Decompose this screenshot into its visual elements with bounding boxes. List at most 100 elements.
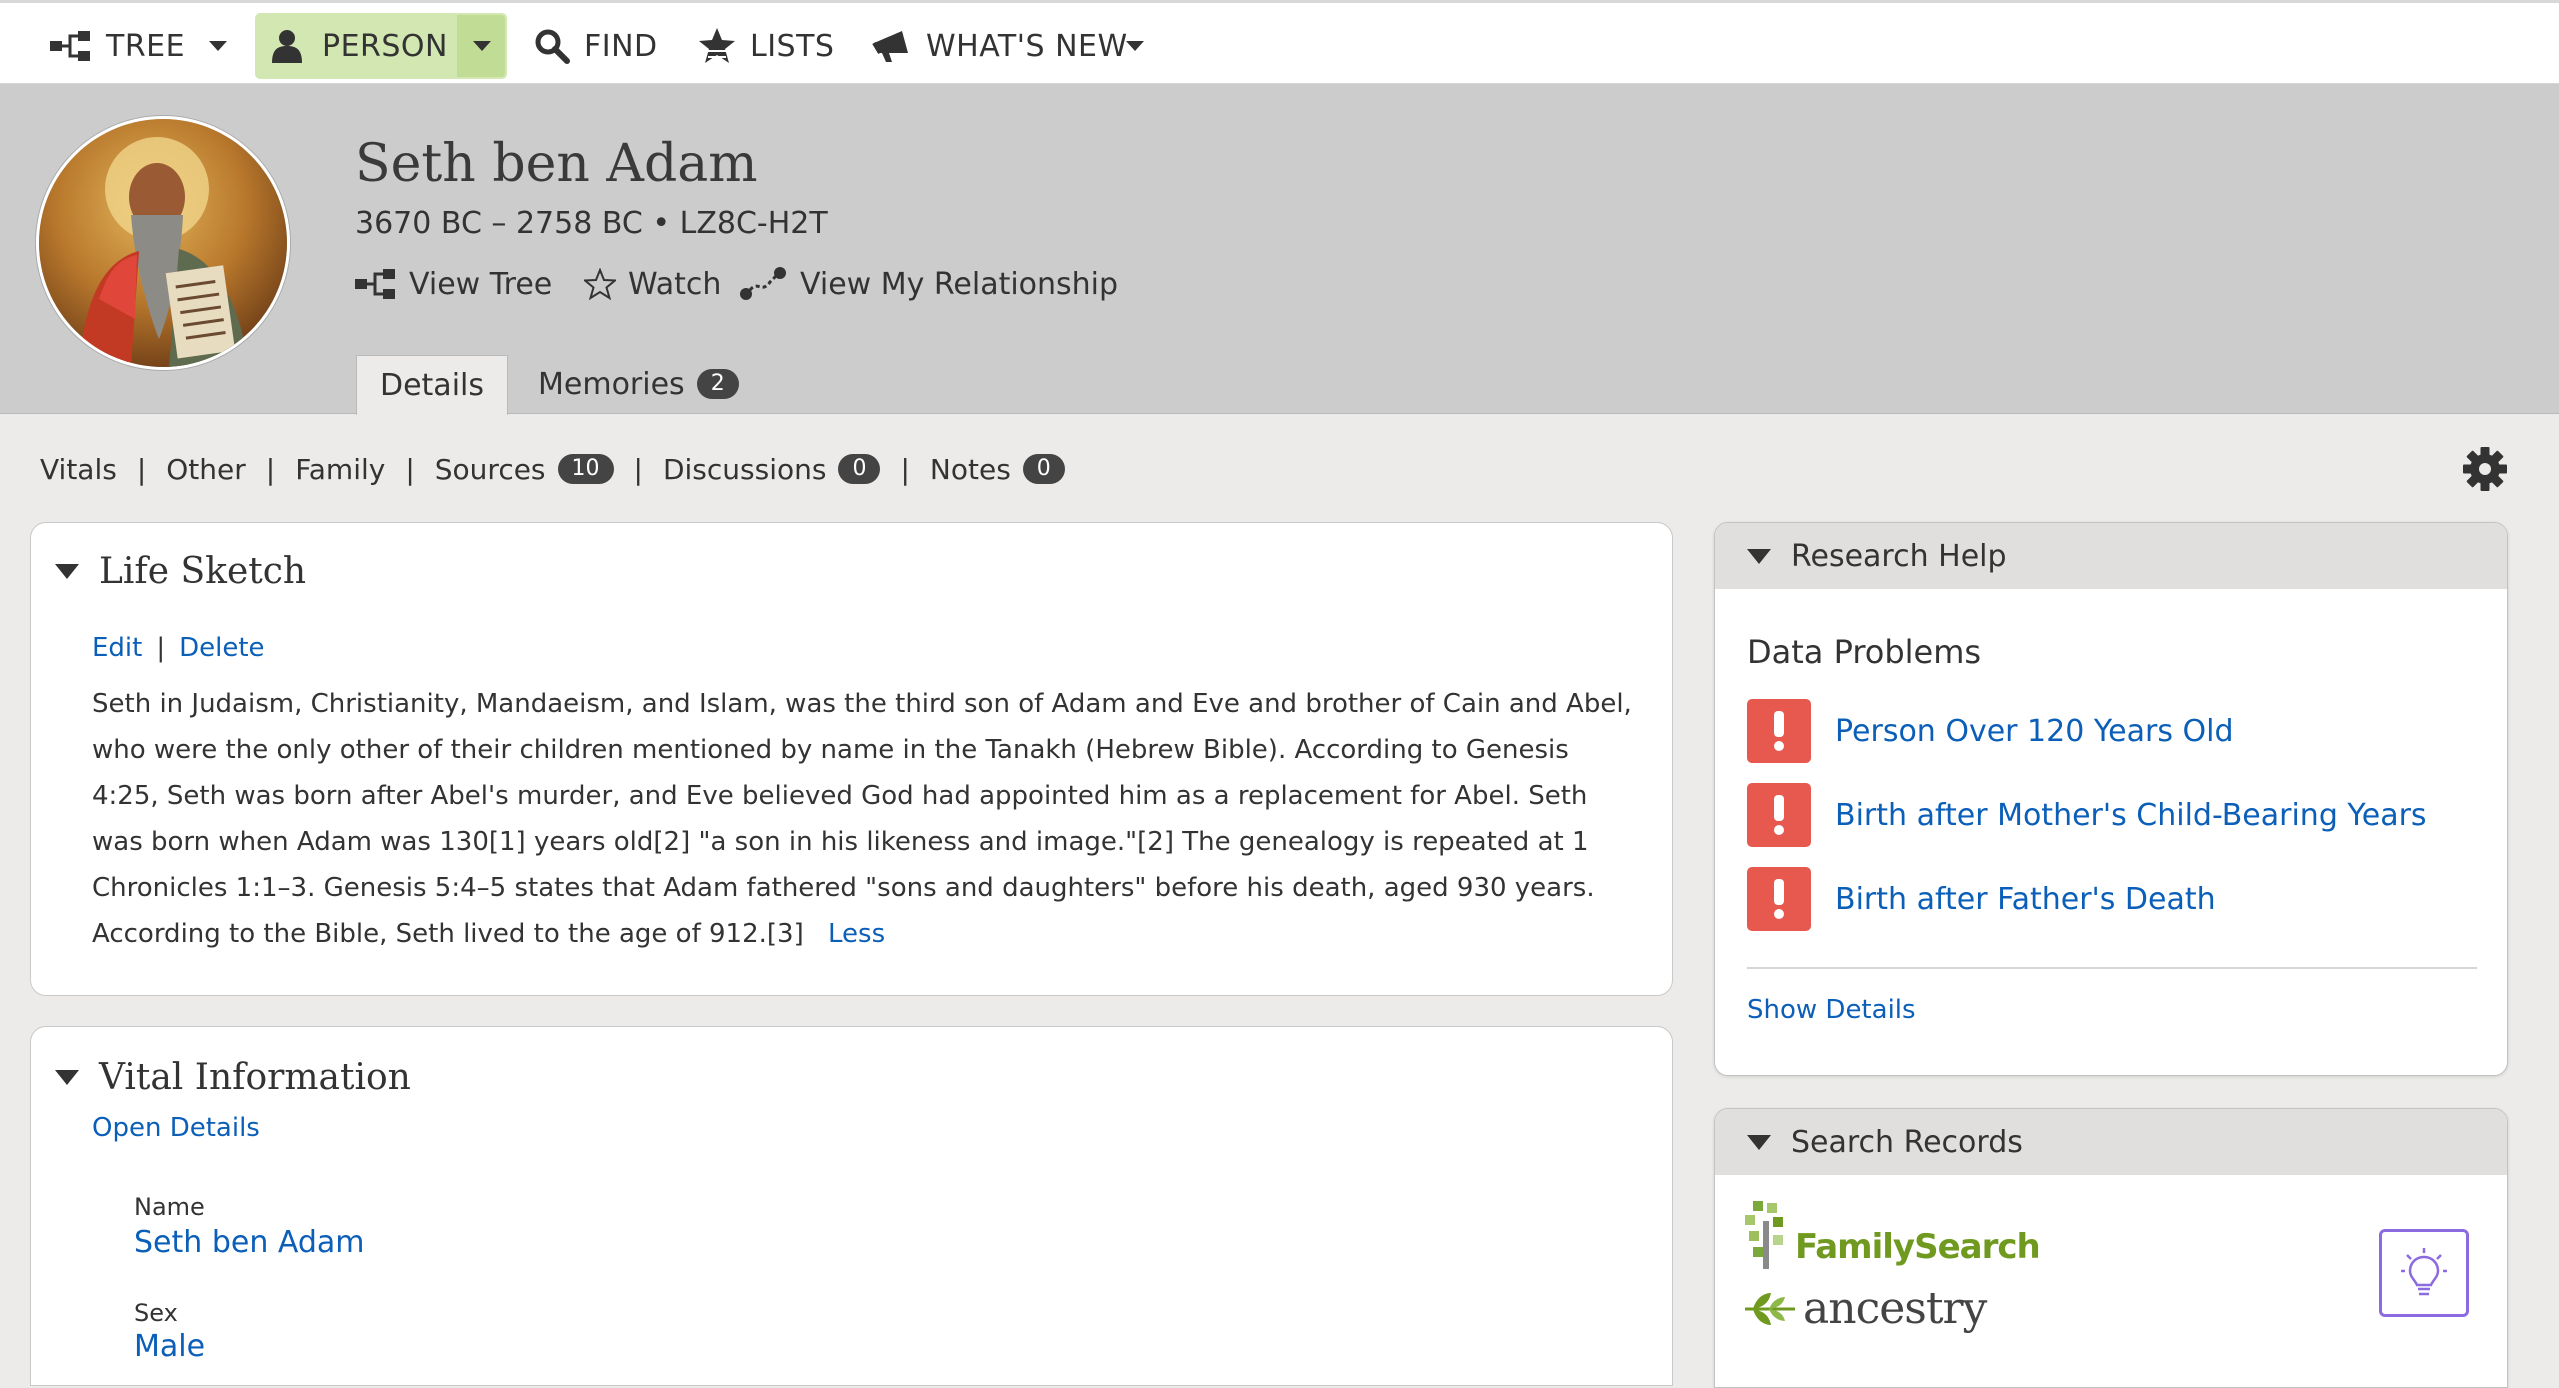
- notes-count-badge: 0: [1022, 454, 1065, 484]
- data-problem-link[interactable]: Birth after Mother's Child-Bearing Years: [1835, 798, 2427, 833]
- star-outline-icon: [584, 268, 616, 300]
- alert-icon: [1747, 867, 1811, 931]
- ancestry-logo[interactable]: ancestry: [1743, 1283, 1987, 1334]
- subnav-vitals[interactable]: Vitals: [40, 453, 117, 486]
- tab-memories[interactable]: Memories 2: [538, 355, 739, 413]
- delete-life-sketch-link[interactable]: Delete: [179, 633, 264, 663]
- subnav-separator: |: [633, 452, 643, 486]
- discussions-count-badge: 0: [838, 454, 881, 484]
- view-tree-button[interactable]: View Tree: [355, 262, 552, 306]
- nav-find[interactable]: FIND: [534, 13, 658, 79]
- tips-button[interactable]: [2379, 1229, 2469, 1317]
- name-label: Name: [134, 1193, 205, 1221]
- relationship-icon: [740, 267, 786, 300]
- gear-icon: [2463, 447, 2507, 491]
- life-sketch-actions: Edit | Delete: [92, 633, 265, 663]
- person-header: Seth ben Adam 3670 BC – 2758 BC • LZ8C-H…: [0, 84, 2559, 415]
- less-link[interactable]: Less: [828, 919, 885, 949]
- subnav-separator: |: [265, 452, 276, 486]
- alert-icon: [1747, 699, 1811, 763]
- name-value-link[interactable]: Seth ben Adam: [134, 1225, 365, 1260]
- caret-down-icon: [1126, 41, 1144, 51]
- collapse-triangle-icon: [55, 564, 79, 579]
- familysearch-wordmark: FamilySearch: [1795, 1227, 2041, 1267]
- subnav-notes[interactable]: Notes 0: [930, 453, 1065, 486]
- caret-down-icon: [209, 41, 227, 51]
- caret-down-icon: [473, 41, 491, 51]
- show-details-link[interactable]: Show Details: [1747, 995, 1916, 1025]
- subnav-other[interactable]: Other: [166, 453, 246, 486]
- vital-information-card: Vital Information Open Details Name Seth…: [30, 1026, 1673, 1386]
- actions-separator: |: [156, 633, 166, 663]
- data-problem-link[interactable]: Person Over 120 Years Old: [1835, 714, 2234, 749]
- familysearch-logo[interactable]: FamilySearch: [1743, 1201, 2041, 1271]
- subnav-family[interactable]: Family: [295, 453, 385, 486]
- tree-icon: [50, 31, 90, 61]
- collapse-triangle-icon: [1747, 1134, 1771, 1150]
- subnav-sources-label: Sources: [434, 452, 546, 486]
- settings-button[interactable]: [2462, 446, 2508, 492]
- section-subnav: Vitals | Other | Family | Sources 10 | D…: [40, 448, 1065, 490]
- tab-details-label: Details: [379, 368, 484, 403]
- data-problem-item[interactable]: Birth after Father's Death: [1747, 867, 2216, 931]
- subnav-sources[interactable]: Sources 10: [435, 453, 614, 486]
- research-help-title: Research Help: [1791, 538, 2007, 574]
- tab-details[interactable]: Details: [356, 355, 508, 415]
- tab-memories-label: Memories: [538, 366, 685, 402]
- tree-icon: [355, 269, 395, 299]
- data-problem-item[interactable]: Birth after Mother's Child-Bearing Years: [1747, 783, 2427, 847]
- nav-person[interactable]: PERSON: [272, 13, 448, 79]
- data-problems-heading: Data Problems: [1747, 633, 1982, 671]
- nav-tree-label: TREE: [106, 28, 186, 64]
- data-problem-link[interactable]: Birth after Father's Death: [1835, 882, 2216, 917]
- collapse-triangle-icon: [1747, 548, 1771, 564]
- star-list-icon: [699, 28, 735, 63]
- nav-whats-new-dropdown[interactable]: [1120, 13, 1150, 79]
- life-sketch-body: Seth in Judaism, Christianity, Mandaeism…: [92, 689, 1632, 949]
- vital-information-title: Vital Information: [99, 1057, 411, 1098]
- life-sketch-text: Seth in Judaism, Christianity, Mandaeism…: [92, 681, 1632, 957]
- subnav-discussions-label: Discussions: [662, 452, 827, 486]
- view-relationship-label: View My Relationship: [800, 266, 1119, 302]
- subnav-separator: |: [136, 452, 147, 486]
- life-sketch-card: Life Sketch Edit | Delete Seth in Judaism,…: [30, 522, 1673, 996]
- megaphone-icon: [872, 31, 908, 62]
- subnav-notes-label: Notes: [929, 452, 1011, 486]
- lightbulb-icon: [2401, 1248, 2447, 1296]
- nav-whats-new[interactable]: WHAT'S NEW: [872, 13, 1128, 79]
- nav-person-label: PERSON: [322, 28, 448, 64]
- search-icon: [535, 29, 570, 64]
- nav-tree-dropdown[interactable]: [200, 13, 236, 79]
- search-records-panel: Search Records FamilySearch ancestry: [1714, 1108, 2508, 1388]
- nav-tree[interactable]: TREE: [50, 13, 185, 79]
- search-records-header[interactable]: Search Records: [1715, 1109, 2507, 1175]
- nav-find-label: FIND: [584, 28, 658, 64]
- top-navigation: TREE PERSON FIND LISTS WHAT'S NEW: [0, 0, 2559, 84]
- life-sketch-header[interactable]: Life Sketch: [55, 551, 306, 592]
- vital-information-header[interactable]: Vital Information: [55, 1057, 411, 1098]
- person-portrait[interactable]: [36, 116, 290, 370]
- nav-lists-label: LISTS: [750, 28, 835, 64]
- research-help-header[interactable]: Research Help: [1715, 523, 2507, 589]
- person-name: Seth ben Adam: [355, 134, 758, 194]
- search-records-title: Search Records: [1791, 1124, 2023, 1160]
- view-tree-label: View Tree: [409, 266, 553, 302]
- watch-button[interactable]: Watch: [584, 262, 721, 306]
- data-problem-item[interactable]: Person Over 120 Years Old: [1747, 699, 2234, 763]
- edit-life-sketch-link[interactable]: Edit: [92, 633, 142, 663]
- person-lifespan-id: 3670 BC – 2758 BC • LZ8C-H2T: [355, 206, 828, 241]
- nav-lists[interactable]: LISTS: [698, 13, 834, 79]
- subnav-discussions[interactable]: Discussions 0: [663, 453, 881, 486]
- familysearch-tree-icon: [1745, 1201, 1783, 1269]
- subnav-separator: |: [405, 452, 415, 486]
- watch-label: Watch: [628, 266, 722, 302]
- open-details-link[interactable]: Open Details: [92, 1113, 260, 1143]
- portrait-image: [39, 119, 287, 367]
- memories-count-badge: 2: [696, 369, 739, 399]
- research-help-panel: Research Help Data Problems Person Over …: [1714, 522, 2508, 1076]
- view-relationship-button[interactable]: View My Relationship: [738, 262, 1118, 306]
- person-icon: [272, 30, 302, 63]
- nav-person-dropdown[interactable]: [462, 13, 502, 79]
- ancestry-wordmark: ancestry: [1803, 1283, 1987, 1334]
- life-sketch-title: Life Sketch: [99, 551, 307, 592]
